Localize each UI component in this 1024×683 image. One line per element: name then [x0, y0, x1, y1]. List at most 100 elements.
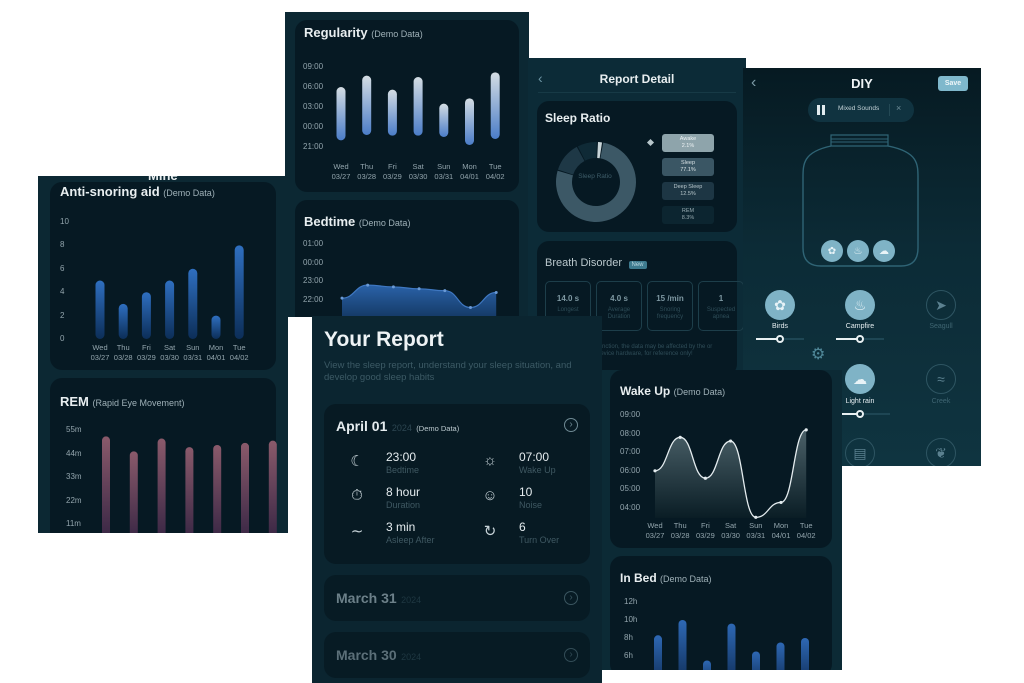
- chevron-right-icon[interactable]: ›: [564, 418, 578, 432]
- report-year: 2024: [401, 595, 422, 605]
- birds-chip-icon[interactable]: ✿: [821, 240, 843, 262]
- legend-tag-deep-sleep: Deep Sleep 12.5%: [662, 182, 714, 200]
- metric-value: 14.0 s: [556, 294, 580, 303]
- anti-snoring-chart: [95, 245, 244, 339]
- metric-label: Average Duration: [607, 307, 631, 320]
- regularity-screen: Regularity (Demo Data) 09:00 06:00 03:00 00…: [285, 12, 529, 317]
- sleep-ratio-donut: [556, 142, 636, 222]
- demo-data-label: (Demo Data): [416, 424, 460, 433]
- legend-tag-rem: REM 8.3%: [662, 206, 714, 224]
- campfire-chip-icon[interactable]: ♨: [847, 240, 869, 262]
- point: [391, 285, 395, 289]
- bar: [234, 245, 244, 339]
- x-tick-label: Tue 04/02: [796, 521, 816, 540]
- stat-bedtime: ☾ 23:00 Bedtime: [346, 450, 466, 484]
- rem-chart: [102, 436, 277, 533]
- bar: [213, 444, 222, 533]
- fan-icon[interactable]: ▤: [845, 438, 875, 466]
- range-bar: [439, 103, 449, 137]
- bar: [801, 638, 809, 670]
- breath-metric: 4.0 s Average Duration: [596, 281, 642, 331]
- report-card-march-30[interactable]: March 30 2024 ›: [324, 632, 590, 678]
- report-date: April 01: [336, 418, 388, 434]
- creek-icon[interactable]: ≈: [926, 364, 956, 394]
- campfire-icon[interactable]: ♨: [845, 290, 875, 320]
- your-report-title: Your Report: [324, 328, 444, 351]
- your-report-screen: Your Report View the sleep report, under…: [312, 316, 602, 683]
- stat-noise: ☺ 10 Noise: [479, 485, 599, 519]
- metric-value: 15 /min: [656, 294, 684, 303]
- in-bed-chart: [654, 620, 809, 670]
- legend-tag-awake: Awake 2.1%: [662, 134, 714, 152]
- point: [678, 435, 682, 439]
- bar: [241, 442, 249, 533]
- bar: [727, 623, 736, 670]
- point: [703, 476, 707, 480]
- point: [469, 305, 472, 309]
- report-card-march-31[interactable]: March 31 2024 ›: [324, 575, 590, 621]
- rain-chip-icon[interactable]: ☁: [873, 240, 895, 262]
- metric-value: 1: [718, 294, 724, 303]
- turn-over-icon: ↻: [483, 523, 497, 540]
- seagull-label: Seagull: [929, 323, 953, 330]
- point: [754, 515, 758, 519]
- sleep-ratio-card: Sleep Ratio Sleep Ratio Awake 2.1% Sleep …: [537, 101, 737, 232]
- report-date: March 30: [336, 647, 397, 663]
- point: [653, 469, 657, 473]
- breath-metric: 1 Suspected apnea: [698, 281, 744, 331]
- regularity-card: Regularity (Demo Data) 09:00 06:00 03:00 00…: [295, 20, 519, 192]
- rem-card: REM (Rapid Eye Movement) 55m 44m 33m 22m 11m: [50, 378, 277, 533]
- chevron-right-icon[interactable]: ›: [564, 591, 578, 605]
- divider: [538, 92, 736, 93]
- range-bar: [465, 98, 474, 145]
- report-year: 2024: [401, 652, 422, 662]
- stat-duration: ⏱ 8 hour Duration: [346, 485, 466, 519]
- donut-center-label: Sleep Ratio: [578, 173, 612, 180]
- metric-label: Suspected apnea: [706, 307, 736, 320]
- birds-icon[interactable]: ✿: [765, 290, 795, 320]
- report-year: 2024: [391, 423, 412, 433]
- point: [366, 283, 370, 287]
- stat-asleep-after: ∼ 3 min Asleep After: [346, 520, 466, 554]
- stat-wake-up: ☼ 07:00 Wake Up: [479, 450, 599, 484]
- report-card-april-01[interactable]: April 01 2024 (Demo Data) › ☾ 23:00 Bedt…: [324, 404, 590, 564]
- campfire-volume-slider[interactable]: [836, 335, 884, 343]
- bar: [141, 292, 151, 339]
- stopwatch-icon: ⏱: [351, 487, 363, 504]
- range-bar: [413, 77, 423, 136]
- chevron-right-icon[interactable]: ›: [564, 648, 578, 662]
- range-bar: [490, 72, 500, 139]
- area: [655, 429, 807, 518]
- in-bed-card: In Bed (Demo Data) 12h 10h 8h 6h: [610, 556, 832, 670]
- bedtime-card: Bedtime (Demo Data) 01:00 00:00 23:00 22:00: [295, 200, 519, 317]
- point: [494, 291, 498, 295]
- bar: [185, 447, 194, 533]
- campfire-label: Campfire: [845, 323, 875, 330]
- bar: [752, 651, 760, 670]
- point: [804, 428, 808, 432]
- range-bar: [336, 87, 346, 141]
- light-rain-icon[interactable]: ☁: [845, 364, 875, 394]
- bar: [95, 280, 105, 339]
- seagull-icon[interactable]: ➤: [926, 290, 956, 320]
- metric-value: 4.0 s: [610, 294, 628, 303]
- anti-snoring-screen: Mine Anti-snoring aid (Demo Data) 108642…: [38, 176, 288, 533]
- frog-icon[interactable]: ❦: [926, 438, 956, 466]
- gear-icon[interactable]: ⚙: [811, 344, 825, 364]
- breath-disorder-title: Breath Disorder: [545, 257, 623, 269]
- closed-eye-icon: ∼: [350, 523, 364, 540]
- disclaimer-text: function, the data may be affected by th…: [597, 344, 713, 357]
- light-rain-volume-slider[interactable]: [842, 410, 890, 418]
- x-tick-label: Tue 04/02: [485, 162, 505, 181]
- bar: [654, 635, 662, 670]
- birds-volume-slider[interactable]: [756, 335, 804, 343]
- bar: [776, 642, 785, 670]
- bar: [102, 436, 110, 533]
- point: [779, 500, 783, 505]
- moon-bed-icon: ☾: [350, 453, 364, 470]
- bar: [678, 620, 687, 670]
- stat-turn-over: ↻ 6 Turn Over: [479, 520, 599, 554]
- bar: [118, 303, 128, 339]
- person-sound-icon: ☺: [482, 487, 498, 504]
- sleep-ratio-title: Sleep Ratio: [545, 111, 611, 125]
